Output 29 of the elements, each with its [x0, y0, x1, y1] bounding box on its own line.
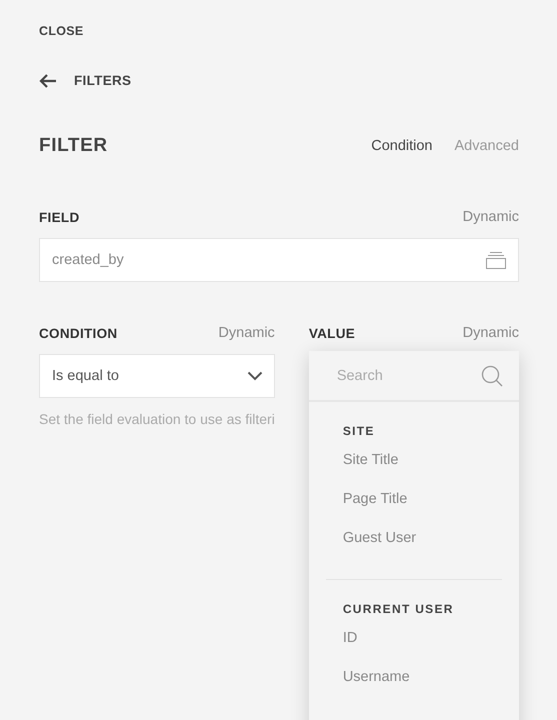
search-field[interactable]: Search — [336, 368, 457, 384]
menu-item[interactable]: Username — [342, 669, 519, 708]
condition-select[interactable]: Is equal to — [39, 354, 275, 398]
dynamic-link[interactable]: Dynamic — [462, 325, 519, 341]
chevron-down-icon — [246, 371, 263, 381]
back-button[interactable] — [39, 74, 57, 88]
group-heading: SITE — [342, 424, 376, 438]
dynamic-link[interactable]: Dynamic — [462, 209, 519, 225]
group-heading: CURRENT USER — [342, 602, 455, 616]
select-value: Is equal to — [52, 368, 119, 384]
search-icon — [481, 364, 503, 386]
field-label: VALUE — [308, 326, 356, 340]
menu-item[interactable]: Page Title — [342, 491, 519, 530]
menu-item[interactable]: Site Title — [342, 452, 519, 491]
tab[interactable]: Advanced — [454, 138, 519, 154]
stack-icon — [485, 251, 507, 269]
help-text: Set the field evaluation to use as filteri — [39, 411, 275, 427]
panel-title: FILTER — [39, 135, 108, 157]
input-value: created_by — [52, 252, 124, 268]
field-input[interactable]: created_by — [39, 238, 519, 282]
menu-item[interactable]: Guest User — [342, 530, 519, 569]
dynamic-link[interactable]: Dynamic — [218, 325, 275, 341]
tab[interactable]: Condition — [371, 138, 432, 154]
back-arrow-icon — [39, 74, 57, 88]
field-label: FIELD — [39, 210, 80, 224]
menu-item[interactable]: ID — [342, 630, 519, 669]
breadcrumb-label[interactable]: FILTERS — [74, 73, 132, 88]
close-link[interactable]: CLOSE — [39, 24, 84, 38]
field-label: CONDITION — [39, 326, 118, 340]
